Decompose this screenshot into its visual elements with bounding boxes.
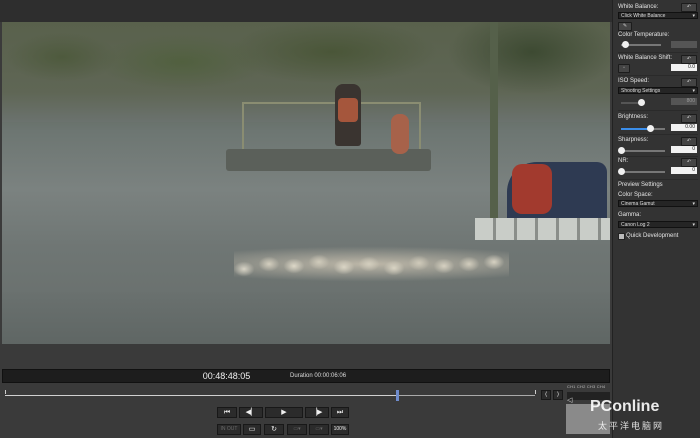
sharpness-slider[interactable] xyxy=(618,147,665,154)
video-pole xyxy=(490,22,498,222)
iso-reset-icon[interactable]: ↶ xyxy=(681,78,697,87)
chevron-down-icon: ▾ xyxy=(692,201,695,207)
divider xyxy=(618,134,698,135)
mark-out-button[interactable]: ⟩ xyxy=(553,390,563,400)
wb-shift-icon[interactable]: ▫ xyxy=(618,64,630,73)
settings-panel: White Balance: ↶ Click White Balance ▾ ✎… xyxy=(612,0,700,438)
previous-frame-button[interactable]: ◀▏ xyxy=(239,407,263,418)
duration-label: Duration 00:00:06:06 xyxy=(290,373,347,379)
quick-development-checkbox[interactable] xyxy=(618,233,625,240)
video-red-cloth xyxy=(512,164,552,214)
white-balance-shift-label: White Balance Shift: xyxy=(618,55,673,61)
color-space-value: Cinema Gamut xyxy=(621,201,655,207)
last-frame-button[interactable]: ⏭ xyxy=(331,407,349,418)
timecode-bar: 00:48:48:05 Duration 00:00:06:06 xyxy=(2,369,610,383)
scrub-bar[interactable] xyxy=(5,390,536,401)
video-ducks xyxy=(234,234,509,284)
divider xyxy=(618,75,698,76)
video-water xyxy=(2,292,610,344)
color-space-label: Color Space: xyxy=(618,192,653,198)
white-balance-value: Click White Balance xyxy=(621,13,666,19)
iso-slider[interactable] xyxy=(621,99,645,106)
color-temperature-input[interactable] xyxy=(671,41,697,48)
play-button[interactable]: ▶ xyxy=(265,407,303,418)
watermark-logo: PConline xyxy=(590,398,660,415)
brightness-fill xyxy=(621,128,650,130)
iso-value: Shooting Settings xyxy=(621,88,661,94)
divider xyxy=(618,179,698,180)
brightness-input[interactable]: 0.00 xyxy=(671,124,697,131)
loop-icon[interactable]: ↻ xyxy=(264,424,284,435)
video-boatman xyxy=(335,84,361,146)
brightness-knob[interactable] xyxy=(646,125,654,132)
video-buoy xyxy=(391,114,409,154)
color-space-select[interactable]: Cinema Gamut ▾ xyxy=(618,200,698,207)
divider xyxy=(618,156,698,157)
watermark-subtitle: 太平洋电脑网 xyxy=(598,421,665,431)
color-temperature-slider[interactable] xyxy=(621,41,661,48)
wb-shift-reset-icon[interactable]: ↶ xyxy=(681,55,697,64)
wb-shift-input[interactable]: 0.0 xyxy=(671,64,697,71)
brightness-reset-icon[interactable]: ↶ xyxy=(681,114,697,123)
divider xyxy=(618,110,698,111)
channel-labels: CH1 CH2 CH3 CH4 xyxy=(567,384,606,389)
chevron-down-icon: ▾ xyxy=(692,222,695,228)
in-out-button[interactable]: IN OUT xyxy=(217,424,241,435)
zoom-level[interactable]: 100% xyxy=(331,424,349,435)
top-bar xyxy=(0,0,612,22)
sharpness-label: Sharpness: xyxy=(618,137,649,143)
gamma-label: Gamma: xyxy=(618,212,642,218)
scrub-played xyxy=(5,395,398,396)
nr-knob[interactable] xyxy=(618,168,625,175)
brightness-slider[interactable] xyxy=(621,125,665,132)
sharpness-reset-icon[interactable]: ↶ xyxy=(681,137,697,146)
speaker-icon[interactable]: ◁ xyxy=(567,396,572,404)
mark-in-button[interactable]: ⟨ xyxy=(541,390,551,400)
iso-knob[interactable] xyxy=(638,99,645,106)
eyedropper-icon[interactable]: ✎ xyxy=(618,22,632,31)
current-timecode: 00:48:48:05 xyxy=(202,371,251,381)
scrub-start-tick xyxy=(5,390,6,394)
iso-select[interactable]: Shooting Settings ▾ xyxy=(618,87,698,94)
divider xyxy=(618,52,698,53)
white-balance-reset-icon[interactable]: ↶ xyxy=(681,3,697,12)
overlay-select[interactable]: ▭▾ xyxy=(309,424,329,435)
fit-icon[interactable]: ▭ xyxy=(243,424,261,435)
playhead[interactable] xyxy=(396,390,400,401)
iso-input[interactable]: 800 xyxy=(671,98,697,105)
quick-development-label: Quick Development xyxy=(626,233,679,239)
white-balance-label: White Balance: xyxy=(618,4,659,10)
preview-settings-label: Preview Settings xyxy=(618,182,663,188)
color-temperature-knob[interactable] xyxy=(622,41,629,48)
next-frame-button[interactable]: ▕▶ xyxy=(305,407,329,418)
nr-reset-icon[interactable]: ↶ xyxy=(681,158,697,167)
nr-input[interactable]: 0 xyxy=(671,167,697,174)
scrub-end-tick xyxy=(535,390,536,394)
chevron-down-icon: ▾ xyxy=(692,13,695,19)
grid-select[interactable]: ▭▾ xyxy=(287,424,307,435)
nr-slider[interactable] xyxy=(618,168,665,175)
gamma-value: Canon Log 2 xyxy=(621,222,650,228)
iso-label: ISO Speed: xyxy=(618,78,650,84)
brightness-label: Brightness: xyxy=(618,114,649,120)
video-preview[interactable] xyxy=(2,22,610,344)
sharpness-knob[interactable] xyxy=(618,147,625,154)
first-frame-button[interactable]: ⏮ xyxy=(217,407,237,418)
white-balance-select[interactable]: Click White Balance ▾ xyxy=(618,12,698,19)
chevron-down-icon: ▾ xyxy=(692,88,695,94)
gamma-select[interactable]: Canon Log 2 ▾ xyxy=(618,221,698,228)
sharpness-input[interactable]: 0 xyxy=(671,146,697,153)
nr-label: NR: xyxy=(618,158,629,164)
color-temperature-label: Color Temperature: xyxy=(618,32,670,38)
